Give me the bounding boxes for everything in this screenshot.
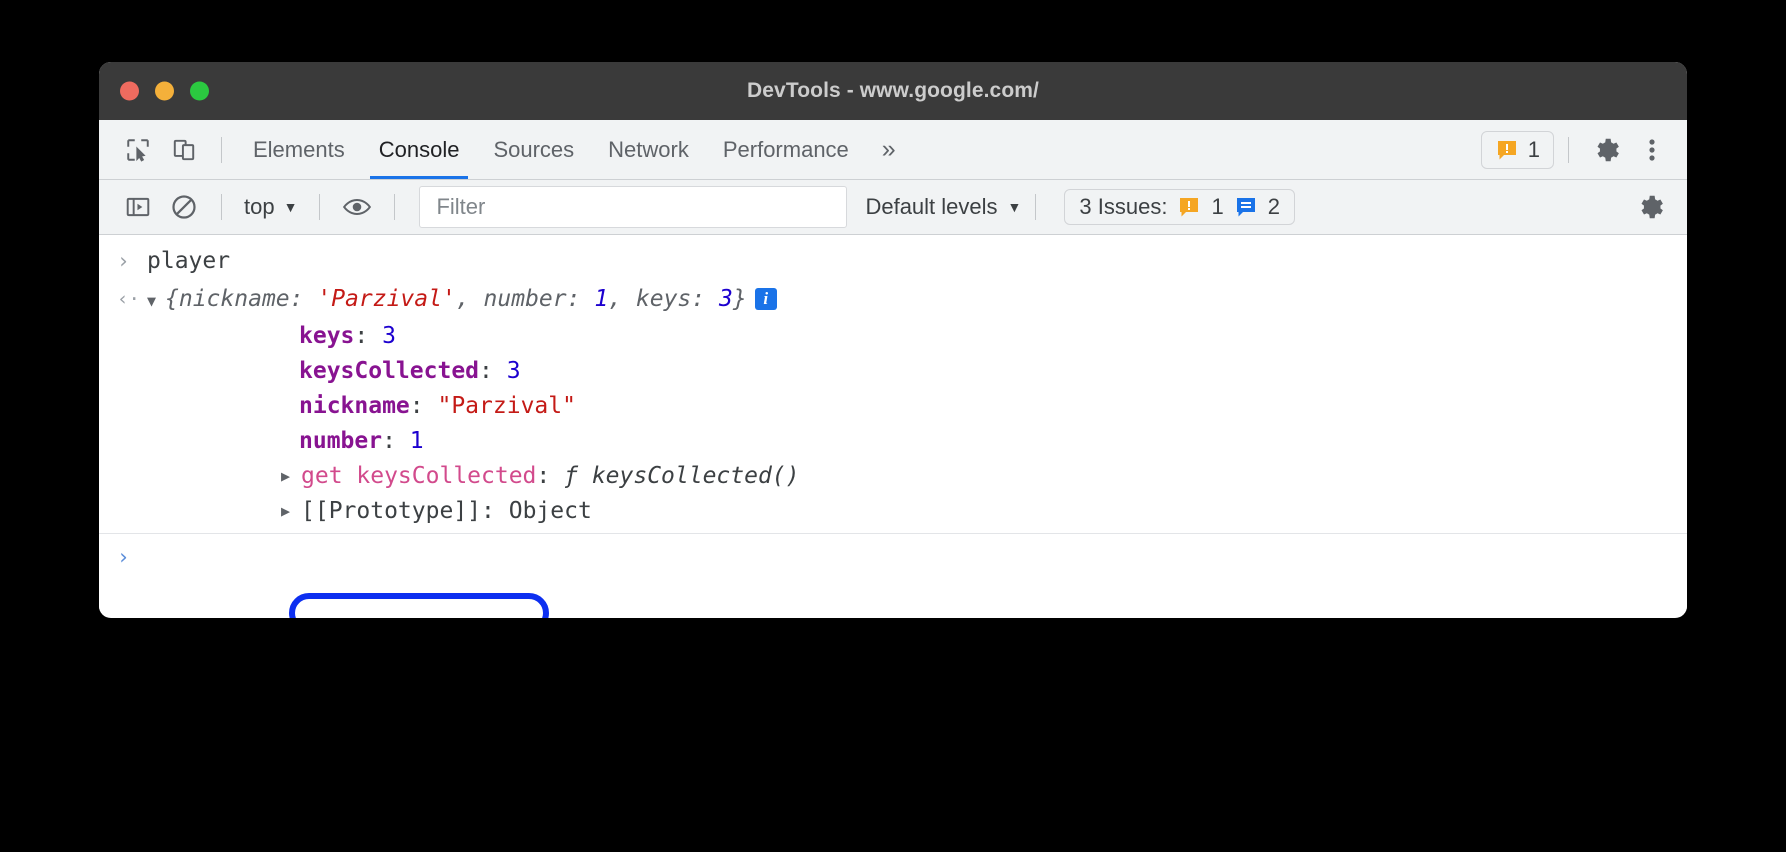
close-window-button[interactable] (120, 82, 139, 101)
preview-open-brace: { (165, 286, 179, 312)
tab-performance[interactable]: Performance (706, 120, 866, 179)
preview-value-nickname: 'Parzival' (317, 286, 455, 312)
clear-console-icon[interactable] (161, 184, 207, 230)
minimize-window-button[interactable] (155, 82, 174, 101)
property-colon: : (410, 393, 438, 419)
object-preview[interactable]: ▼{nickname: 'Parzival', number: 1, keys:… (147, 281, 777, 319)
console-output[interactable]: › player ‹· ▼{nickname: 'Parzival', numb… (99, 235, 1687, 617)
issues-summary-chip[interactable]: 3 Issues: 1 2 (1064, 189, 1295, 225)
preview-key-number: number: (484, 286, 595, 312)
property-value: "Parzival" (437, 393, 575, 419)
kebab-menu-icon[interactable] (1629, 127, 1675, 173)
traffic-lights (120, 82, 209, 101)
tabbar-right-actions: 1 (1481, 120, 1675, 179)
preview-key-keys: keys: (636, 286, 719, 312)
console-toolbar-divider-4 (1035, 194, 1036, 220)
tab-network[interactable]: Network (591, 120, 706, 179)
info-badge-icon[interactable]: i (755, 288, 777, 310)
error-count: 1 (1528, 137, 1540, 163)
issues-info-count: 2 (1268, 194, 1280, 220)
log-levels-select[interactable]: Default levels ▼ (865, 194, 1021, 220)
prototype-colon: : (481, 498, 509, 524)
getter-row-keysCollected[interactable]: ▶get keysCollected: ƒ keysCollected() (99, 459, 1687, 494)
prototype-label: [[Prototype]] (301, 498, 481, 524)
property-colon: : (382, 428, 410, 454)
console-toolbar-right (1627, 180, 1673, 234)
info-issue-icon (1234, 195, 1258, 219)
tab-elements[interactable]: Elements (236, 120, 362, 179)
console-toolbar-divider-1 (221, 194, 222, 220)
preview-value-keys: 3 (719, 286, 733, 312)
chevron-down-icon: ▼ (1008, 200, 1022, 214)
chevron-down-icon: ▼ (284, 200, 298, 214)
live-expression-icon[interactable] (334, 184, 380, 230)
maximize-window-button[interactable] (190, 82, 209, 101)
preview-close-brace: } (733, 286, 747, 312)
property-row-keysCollected[interactable]: keysCollected: 3 (99, 354, 1687, 389)
expand-triangle-icon[interactable]: ▼ (147, 283, 165, 319)
device-toolbar-icon[interactable] (161, 127, 207, 173)
toolbar-divider (221, 137, 222, 163)
property-row-number[interactable]: number: 1 (99, 424, 1687, 459)
filter-input[interactable]: Filter (419, 186, 847, 228)
property-key: nickname (299, 393, 410, 419)
console-input-expression: player (147, 243, 230, 279)
tab-sources[interactable]: Sources (476, 120, 591, 179)
property-key: keysCollected (299, 358, 479, 384)
preview-value-number: 1 (594, 286, 608, 312)
getter-label: get keysCollected (301, 463, 536, 489)
prototype-value: Object (509, 498, 592, 524)
log-levels-label: Default levels (865, 194, 997, 220)
inspect-element-icon[interactable] (115, 127, 161, 173)
issues-label: 3 Issues: (1079, 194, 1167, 220)
property-key: keys (299, 323, 354, 349)
window-title: DevTools - www.google.com/ (747, 79, 1039, 103)
preview-sep-1: , (456, 286, 484, 312)
console-settings-gear-icon[interactable] (1627, 184, 1673, 230)
window-titlebar: DevTools - www.google.com/ (99, 62, 1687, 120)
property-colon: : (479, 358, 507, 384)
getter-colon: : (536, 463, 564, 489)
preview-key-nickname: nickname: (179, 286, 317, 312)
property-value: 3 (382, 323, 396, 349)
property-row-nickname[interactable]: nickname: "Parzival" (99, 389, 1687, 424)
console-toolbar: top ▼ Filter Default levels ▼ 3 Issues: … (99, 180, 1687, 235)
error-count-chip[interactable]: 1 (1481, 131, 1554, 169)
expand-triangle-icon[interactable]: ▶ (281, 494, 299, 529)
preview-sep-2: , (608, 286, 636, 312)
devtools-window: DevTools - www.google.com/ Elements Cons… (99, 62, 1687, 618)
property-value: 3 (507, 358, 521, 384)
result-arrow-icon: ‹· (117, 281, 147, 317)
tab-console[interactable]: Console (362, 120, 477, 179)
devtools-tabbar: Elements Console Sources Network Perform… (99, 120, 1687, 180)
prototype-row[interactable]: ▶[[Prototype]]: Object (99, 494, 1687, 529)
getter-function-name: keysCollected() (592, 463, 800, 489)
console-toolbar-divider-2 (319, 194, 320, 220)
console-sidebar-icon[interactable] (115, 184, 161, 230)
annotation-highlight-ellipse (289, 593, 549, 618)
issues-error-count: 1 (1211, 194, 1223, 220)
property-value: 1 (410, 428, 424, 454)
error-issue-icon (1495, 138, 1519, 162)
console-result-row[interactable]: ‹· ▼{nickname: 'Parzival', number: 1, ke… (99, 279, 1687, 319)
prompt-icon: › (117, 537, 147, 577)
execution-context-select[interactable]: top ▼ (236, 194, 305, 220)
gear-icon[interactable] (1583, 127, 1629, 173)
console-divider (99, 533, 1687, 534)
more-tabs-chevron-icon[interactable]: » (866, 137, 912, 162)
console-toolbar-divider-3 (394, 194, 395, 220)
property-colon: : (354, 323, 382, 349)
property-row-keys[interactable]: keys: 3 (99, 319, 1687, 354)
function-keyword-icon: ƒ (564, 463, 592, 489)
property-key: number (299, 428, 382, 454)
input-prompt-icon: › (117, 243, 147, 279)
error-issue-icon (1177, 195, 1201, 219)
console-prompt-row[interactable]: › (117, 537, 147, 577)
tabbar-divider (1568, 137, 1569, 163)
console-input-row[interactable]: › player (99, 235, 1687, 279)
execution-context-label: top (244, 194, 275, 220)
expand-triangle-icon[interactable]: ▶ (281, 459, 299, 494)
